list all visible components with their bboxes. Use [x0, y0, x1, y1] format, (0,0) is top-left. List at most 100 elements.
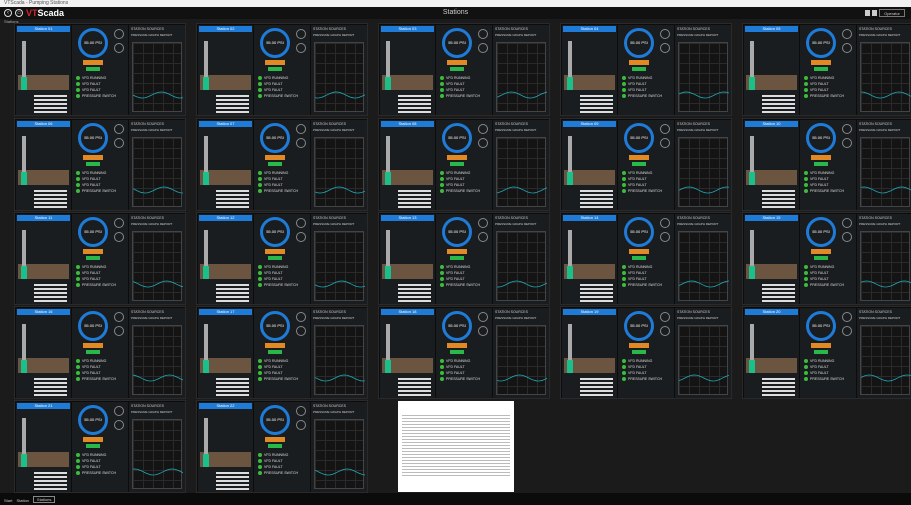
station-title[interactable]: Station 21 — [17, 403, 70, 409]
pressure-chart[interactable] — [860, 137, 911, 207]
pump-mode-button[interactable] — [83, 249, 103, 254]
pump-mode-button[interactable] — [447, 60, 467, 65]
pump-mode-button[interactable] — [447, 249, 467, 254]
graph-title: PRESSURE GRAPH REPORT — [859, 222, 901, 226]
station-panel[interactable]: Station 17 55.00 PSI VFD RUNNING VFD FAUL… — [196, 306, 368, 399]
report-document-thumbnail[interactable] — [398, 401, 514, 492]
pump-mode-button[interactable] — [83, 343, 103, 348]
station-title[interactable]: Station 12 — [199, 215, 252, 221]
pressure-chart[interactable] — [132, 137, 183, 207]
pump-mode-button[interactable] — [265, 249, 285, 254]
pressure-chart[interactable] — [132, 325, 183, 395]
pressure-chart[interactable] — [314, 325, 365, 395]
user-button[interactable]: Operator — [879, 9, 905, 17]
pressure-chart[interactable] — [860, 325, 911, 395]
station-title[interactable]: Station 13 — [381, 215, 434, 221]
station-title[interactable]: Station 22 — [199, 403, 252, 409]
pump-mode-button[interactable] — [447, 155, 467, 160]
pump-mode-button[interactable] — [811, 60, 831, 65]
pump-mode-button[interactable] — [811, 343, 831, 348]
station-title[interactable]: Station 02 — [199, 26, 252, 32]
station-title[interactable]: Station 16 — [17, 309, 70, 315]
station-panel[interactable]: Station 04 55.00 PSI VFD RUNNING VFD FAUL… — [560, 23, 732, 116]
station-title[interactable]: Station 03 — [381, 26, 434, 32]
station-panel[interactable]: Station 10 55.00 PSI VFD RUNNING VFD FAUL… — [742, 118, 911, 211]
station-panel[interactable]: Station 03 55.00 PSI VFD RUNNING VFD FAUL… — [378, 23, 550, 116]
pressure-chart[interactable] — [496, 325, 547, 395]
pressure-chart[interactable] — [314, 137, 365, 207]
station-title[interactable]: Station 11 — [17, 215, 70, 221]
taskbar-item[interactable]: Station — [16, 498, 28, 503]
station-title[interactable]: Station 15 — [745, 215, 798, 221]
station-title[interactable]: Station 05 — [745, 26, 798, 32]
station-title[interactable]: Station 06 — [17, 121, 70, 127]
water-level — [749, 172, 755, 185]
station-title[interactable]: Station 14 — [563, 215, 616, 221]
station-panel[interactable]: Station 11 55.00 PSI VFD RUNNING VFD FAUL… — [14, 212, 186, 305]
pressure-chart[interactable] — [496, 42, 547, 112]
pump-mode-button[interactable] — [629, 155, 649, 160]
pump-mode-button[interactable] — [83, 437, 103, 442]
pressure-chart[interactable] — [678, 137, 729, 207]
station-title[interactable]: Station 19 — [563, 309, 616, 315]
pressure-chart[interactable] — [678, 231, 729, 301]
pump-mode-button[interactable] — [83, 60, 103, 65]
station-title[interactable]: Station 20 — [745, 309, 798, 315]
station-title[interactable]: Station 09 — [563, 121, 616, 127]
pressure-chart[interactable] — [496, 137, 547, 207]
station-panel[interactable]: Station 13 55.00 PSI VFD RUNNING VFD FAUL… — [378, 212, 550, 305]
pump-mode-button[interactable] — [629, 249, 649, 254]
station-title[interactable]: Station 18 — [381, 309, 434, 315]
station-panel[interactable]: Station 02 55.00 PSI VFD RUNNING VFD FAUL… — [196, 23, 368, 116]
station-panel[interactable]: Station 05 55.00 PSI VFD RUNNING VFD FAUL… — [742, 23, 911, 116]
station-panel[interactable]: Station 20 55.00 PSI VFD RUNNING VFD FAUL… — [742, 306, 911, 399]
pressure-chart[interactable] — [860, 42, 911, 112]
pump-mode-button[interactable] — [629, 60, 649, 65]
station-panel[interactable]: Station 09 55.00 PSI VFD RUNNING VFD FAUL… — [560, 118, 732, 211]
pressure-chart[interactable] — [860, 231, 911, 301]
print-icon[interactable] — [872, 10, 877, 16]
station-title[interactable]: Station 07 — [199, 121, 252, 127]
pressure-chart[interactable] — [678, 325, 729, 395]
station-title[interactable]: Station 08 — [381, 121, 434, 127]
pump-mode-button[interactable] — [265, 343, 285, 348]
pressure-chart[interactable] — [132, 419, 183, 489]
pressure-chart[interactable] — [314, 42, 365, 112]
pressure-chart[interactable] — [314, 419, 365, 489]
station-panel[interactable]: Station 14 55.00 PSI VFD RUNNING VFD FAUL… — [560, 212, 732, 305]
station-panel[interactable]: Station 21 55.00 PSI VFD RUNNING VFD FAUL… — [14, 400, 186, 493]
pump-mode-button[interactable] — [265, 60, 285, 65]
station-panel[interactable]: Station 18 55.00 PSI VFD RUNNING VFD FAUL… — [378, 306, 550, 399]
pump-mode-button[interactable] — [447, 343, 467, 348]
pressure-chart[interactable] — [314, 231, 365, 301]
pressure-chart[interactable] — [496, 231, 547, 301]
start-button[interactable]: Start — [4, 498, 12, 503]
station-panel[interactable]: Station 15 55.00 PSI VFD RUNNING VFD FAUL… — [742, 212, 911, 305]
station-title[interactable]: Station 04 — [563, 26, 616, 32]
pressure-chart[interactable] — [132, 42, 183, 112]
small-gauge — [478, 232, 488, 242]
alarm-icon[interactable] — [865, 10, 870, 16]
pump-mode-button[interactable] — [811, 249, 831, 254]
pump-mode-button[interactable] — [265, 437, 285, 442]
back-button[interactable]: ‹ — [4, 9, 12, 17]
station-panel[interactable]: Station 12 55.00 PSI VFD RUNNING VFD FAUL… — [196, 212, 368, 305]
taskbar-item-active[interactable]: Stations — [32, 496, 56, 503]
station-panel[interactable]: Station 07 55.00 PSI VFD RUNNING VFD FAUL… — [196, 118, 368, 211]
pressure-chart[interactable] — [132, 231, 183, 301]
pump-mode-button[interactable] — [265, 155, 285, 160]
pressure-chart[interactable] — [678, 42, 729, 112]
station-panel[interactable]: Station 16 55.00 PSI VFD RUNNING VFD FAUL… — [14, 306, 186, 399]
pump-mode-button[interactable] — [83, 155, 103, 160]
pump-mode-button[interactable] — [811, 155, 831, 160]
home-button[interactable]: ⌂ — [15, 9, 23, 17]
station-panel[interactable]: Station 01 55.00 PSI VFD RUNNING VFD FAUL… — [14, 23, 186, 116]
station-panel[interactable]: Station 08 55.00 PSI VFD RUNNING VFD FAUL… — [378, 118, 550, 211]
station-title[interactable]: Station 10 — [745, 121, 798, 127]
station-panel[interactable]: Station 22 55.00 PSI VFD RUNNING VFD FAUL… — [196, 400, 368, 493]
station-title[interactable]: Station 17 — [199, 309, 252, 315]
station-panel[interactable]: Station 06 55.00 PSI VFD RUNNING VFD FAUL… — [14, 118, 186, 211]
pump-mode-button[interactable] — [629, 343, 649, 348]
station-panel[interactable]: Station 19 55.00 PSI VFD RUNNING VFD FAUL… — [560, 306, 732, 399]
station-title[interactable]: Station 01 — [17, 26, 70, 32]
